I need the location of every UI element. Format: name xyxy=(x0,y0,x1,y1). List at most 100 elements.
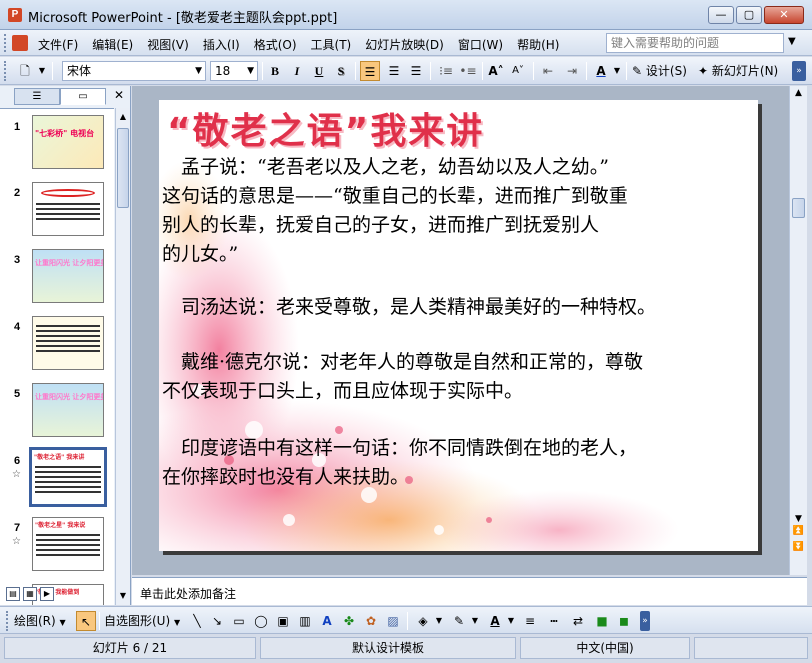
oval-tool-icon[interactable]: ◯ xyxy=(252,611,270,631)
picture-icon[interactable]: ▨ xyxy=(384,611,402,631)
current-slide[interactable]: “敬老之语”我来讲 孟子说：“老吾老以及人之老，幼吾幼以及人之幼。” 这句话的意… xyxy=(159,100,758,551)
arrow-tool-icon[interactable]: ↘ xyxy=(208,611,226,631)
shadow-button[interactable]: S xyxy=(332,61,350,81)
chevron-down-icon[interactable]: ▼ xyxy=(470,611,480,631)
select-pointer-button[interactable]: ↖ xyxy=(76,611,96,631)
align-right-button[interactable]: ☰ xyxy=(406,61,426,81)
font-name-select[interactable]: 宋体 ▼ xyxy=(62,61,206,81)
textbox-tool-icon[interactable]: ▣ xyxy=(274,611,292,631)
bold-button[interactable]: B xyxy=(266,61,284,81)
scroll-up-icon[interactable]: ▲ xyxy=(117,110,129,124)
vertical-textbox-icon[interactable]: ▥ xyxy=(296,611,314,631)
line-color-icon[interactable]: ✎ xyxy=(448,611,470,631)
italic-button[interactable]: I xyxy=(288,61,306,81)
document-icon[interactable] xyxy=(12,35,28,51)
new-document-icon[interactable]: 🗋 xyxy=(14,61,36,81)
font-color-button[interactable]: A xyxy=(590,61,612,81)
slide-thumbnail-1[interactable]: "七彩桥" 电视台 xyxy=(32,115,104,169)
slide-paragraph[interactable]: 孟子说：“老吾老以及人之老，幼吾幼以及人之幼。” 这句话的意思是——“敬重自己的… xyxy=(162,153,756,269)
menu-format[interactable]: 格式(O) xyxy=(254,36,297,53)
close-button[interactable]: ✕ xyxy=(764,6,804,24)
slide-thumbnail-6[interactable]: "敬老之语" 我来讲 xyxy=(29,447,107,507)
toolbar-grip[interactable] xyxy=(6,611,10,631)
increase-indent-button[interactable]: ⇥ xyxy=(562,61,582,81)
bulleted-list-button[interactable]: •≡ xyxy=(458,61,478,81)
numbered-list-button[interactable]: ⁝≡ xyxy=(436,61,456,81)
wordart-icon[interactable]: A xyxy=(318,611,336,631)
align-center-button[interactable]: ☰ xyxy=(384,61,404,81)
new-slide-icon: ✦ xyxy=(698,64,709,78)
decrease-font-button[interactable]: A˅ xyxy=(508,61,528,81)
previous-slide-icon[interactable]: ⏫ xyxy=(792,526,805,536)
dash-style-icon[interactable]: ┅ xyxy=(544,611,564,631)
3d-style-icon[interactable]: ◼ xyxy=(614,611,634,631)
toolbar-grip[interactable] xyxy=(4,61,8,81)
tab-slides[interactable]: ▭ xyxy=(60,88,106,105)
new-slide-button[interactable]: ✦ 新幻灯片(N) xyxy=(698,61,788,81)
chevron-down-icon[interactable]: ▼ xyxy=(434,611,444,631)
slide-thumbnail-7[interactable]: "敬老之星" 我来说 xyxy=(32,517,104,571)
slide-title[interactable]: “敬老之语”我来讲 xyxy=(167,102,484,154)
line-tool-icon[interactable]: ╲ xyxy=(188,611,206,631)
slide-thumbnail-5[interactable]: 让重阳闪光 让夕阳更美 xyxy=(32,383,104,437)
chevron-down-icon[interactable]: ▼ xyxy=(612,61,622,81)
scroll-down-icon[interactable]: ▼ xyxy=(117,589,129,603)
tab-outline[interactable]: ☰ xyxy=(14,88,60,105)
slide-thumbnail-2[interactable] xyxy=(32,182,104,236)
paragraph-line: 司汤达说：老来受尊敬，是人类精神最美好的一种特权。 xyxy=(162,296,657,318)
scroll-thumb[interactable] xyxy=(117,128,129,208)
chevron-down-icon[interactable]: ▼ xyxy=(36,61,48,81)
draw-font-color-icon[interactable]: A xyxy=(484,611,506,631)
line-style-icon[interactable]: ≡ xyxy=(520,611,540,631)
toolbar-options-icon[interactable]: » xyxy=(792,61,806,81)
restore-button[interactable]: ▢ xyxy=(736,6,762,24)
design-button[interactable]: ✎ 设计(S) xyxy=(632,61,694,81)
slide-sorter-icon[interactable]: ▦ xyxy=(23,587,37,601)
chevron-down-icon[interactable]: ▼ xyxy=(788,36,796,47)
decrease-indent-button[interactable]: ⇤ xyxy=(538,61,558,81)
slideshow-view-icon[interactable]: ▶ xyxy=(40,587,54,601)
scroll-up-icon[interactable]: ▲ xyxy=(792,88,805,98)
slide-paragraph[interactable]: 印度谚语中有这样一句话：你不同情跌倒在地的老人， 在你摔跤时也没有人来扶助。 xyxy=(162,434,756,492)
slide-thumbnail-3[interactable]: 让重阳闪光 让夕阳更美 xyxy=(32,249,104,303)
slide-scrollbar[interactable]: ▲ ▼ ⏫ ⏬ xyxy=(789,86,807,575)
next-slide-icon[interactable]: ⏬ xyxy=(792,542,805,552)
notes-pane[interactable]: 单击此处添加备注 xyxy=(132,577,807,605)
fill-color-icon[interactable]: ◈ xyxy=(412,611,434,631)
minimize-button[interactable]: — xyxy=(708,6,734,24)
font-size-select[interactable]: 18 ▼ xyxy=(210,61,258,81)
menu-file[interactable]: 文件(F) xyxy=(38,36,78,53)
menu-view[interactable]: 视图(V) xyxy=(147,36,189,53)
menu-help[interactable]: 帮助(H) xyxy=(517,36,559,53)
diagram-icon[interactable]: ✤ xyxy=(340,611,358,631)
scroll-down-icon[interactable]: ▼ xyxy=(792,514,805,524)
rectangle-tool-icon[interactable]: ▭ xyxy=(230,611,248,631)
close-icon[interactable]: ✕ xyxy=(114,88,124,102)
toolbar-grip[interactable] xyxy=(4,34,7,52)
menu-edit[interactable]: 编辑(E) xyxy=(92,36,133,53)
slide-paragraph[interactable]: 戴维·德克尔说：对老年人的尊敬是自然和正常的，尊敬 不仅表现于口头上，而且应体现… xyxy=(162,348,756,406)
autoshapes-menu-button[interactable]: 自选图形(U) ▼ xyxy=(104,611,184,631)
powerpoint-app-icon[interactable]: P xyxy=(8,8,22,22)
toolbar-options-icon[interactable]: » xyxy=(640,611,650,631)
menu-slideshow[interactable]: 幻灯片放映(D) xyxy=(365,36,444,53)
status-empty-cell xyxy=(694,637,808,659)
chevron-down-icon[interactable]: ▼ xyxy=(506,611,516,631)
align-left-button[interactable]: ☰ xyxy=(360,61,380,81)
normal-view-icon[interactable]: ▤ xyxy=(6,587,20,601)
underline-button[interactable]: U xyxy=(310,61,328,81)
clipart-icon[interactable]: ✿ xyxy=(362,611,380,631)
menu-window[interactable]: 窗口(W) xyxy=(458,36,503,53)
menu-insert[interactable]: 插入(I) xyxy=(203,36,240,53)
arrow-style-icon[interactable]: ⇄ xyxy=(568,611,588,631)
shadow-style-icon[interactable]: ■ xyxy=(592,611,612,631)
slide-paragraph[interactable]: 司汤达说：老来受尊敬，是人类精神最美好的一种特权。 xyxy=(162,293,756,322)
menu-tools[interactable]: 工具(T) xyxy=(311,36,352,53)
increase-font-button[interactable]: A˄ xyxy=(486,61,506,81)
help-search-input[interactable]: 键入需要帮助的问题 xyxy=(606,33,784,53)
design-template-name[interactable]: 默认设计模板 xyxy=(260,637,516,659)
thumbnails-scrollbar[interactable]: ▲ ▼ xyxy=(115,108,130,605)
draw-menu-button[interactable]: 绘图(R) ▼ xyxy=(14,611,72,631)
slide-thumbnail-4[interactable] xyxy=(32,316,104,370)
scroll-thumb[interactable] xyxy=(792,198,805,218)
